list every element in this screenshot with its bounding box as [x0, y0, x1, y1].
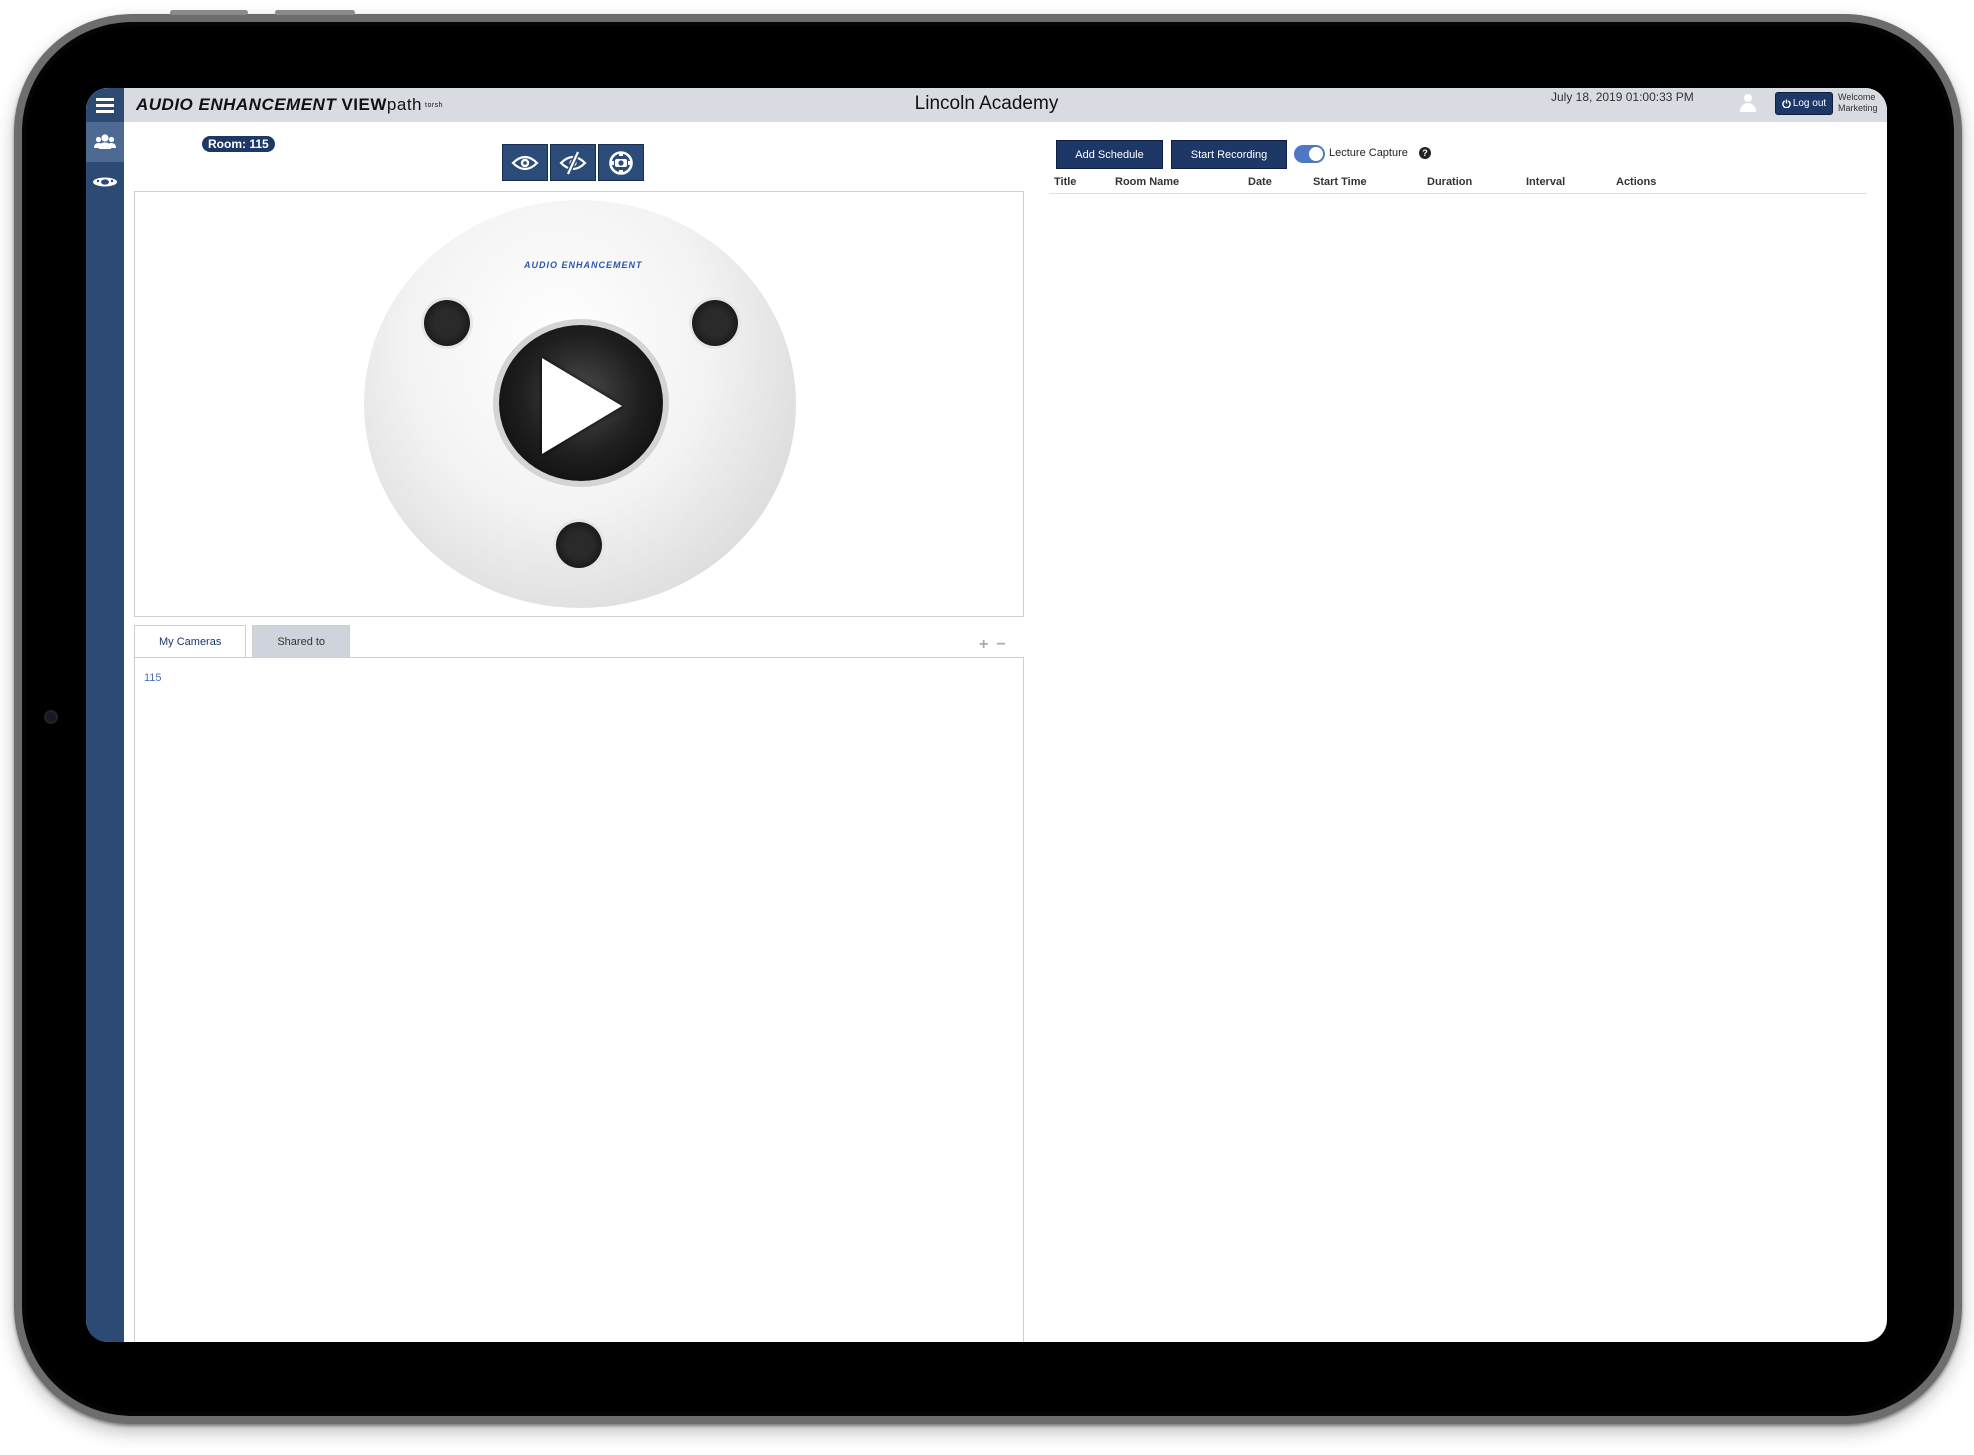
camera-tabs: My Cameras Shared to — [134, 625, 351, 657]
eye-icon — [511, 155, 539, 170]
volume-button — [170, 10, 248, 15]
column-header[interactable]: Actions — [1616, 176, 1656, 188]
camera-sensor — [692, 300, 738, 346]
tab-shared-to[interactable]: Shared to — [252, 625, 351, 657]
zoom-controls: + − — [979, 636, 1006, 654]
play-icon[interactable] — [542, 358, 622, 454]
room-badge: Room: 115 — [202, 136, 275, 152]
ptz-control-icon — [609, 150, 633, 175]
column-header[interactable]: Date — [1248, 176, 1272, 188]
power-button — [275, 10, 355, 15]
lecture-capture-toggle[interactable] — [1294, 145, 1325, 163]
column-header[interactable]: Start Time — [1313, 176, 1367, 188]
column-header[interactable]: Room Name — [1115, 176, 1179, 188]
camera-controls — [502, 144, 644, 181]
app-screen: AUDIO ENHANCEMENT VIEWpath torsh Lincoln … — [86, 88, 1887, 1342]
camera-list: 115 — [134, 657, 1024, 1342]
sidebar-item-cameras[interactable] — [86, 162, 124, 202]
sidebar — [86, 122, 124, 1342]
add-schedule-button[interactable]: Add Schedule — [1056, 140, 1163, 169]
users-icon — [94, 134, 116, 149]
power-icon — [1782, 99, 1791, 108]
hide-view-button[interactable] — [550, 144, 596, 181]
welcome-text: Welcome Marketing — [1838, 92, 1878, 113]
top-bar: AUDIO ENHANCEMENT VIEWpath torsh Lincoln … — [86, 88, 1887, 122]
camera-brand-logo: AUDIO ENHANCEMENT — [524, 260, 643, 270]
camera-sensor — [424, 300, 470, 346]
current-datetime: July 18, 2019 01:00:33 PM — [1551, 90, 1694, 104]
front-camera — [44, 710, 58, 724]
column-header[interactable]: Title — [1054, 176, 1076, 188]
camera-icon — [93, 177, 117, 187]
camera-sensor — [556, 522, 602, 568]
view-button[interactable] — [502, 144, 548, 181]
ptz-button[interactable] — [598, 144, 644, 181]
zoom-out-icon[interactable]: − — [996, 636, 1005, 654]
logout-button[interactable]: Log out — [1775, 92, 1833, 115]
camera-thumbnail: AUDIO ENHANCEMENT — [364, 200, 796, 608]
video-preview[interactable]: AUDIO ENHANCEMENT — [134, 191, 1024, 617]
sidebar-item-users[interactable] — [86, 122, 124, 162]
lecture-capture-label: Lecture Capture — [1329, 147, 1408, 159]
column-header[interactable]: Duration — [1427, 176, 1472, 188]
zoom-in-icon[interactable]: + — [979, 636, 988, 654]
list-item[interactable]: 115 — [144, 672, 162, 684]
user-icon[interactable] — [1740, 94, 1756, 112]
tab-my-cameras[interactable]: My Cameras — [134, 625, 247, 657]
start-recording-button[interactable]: Start Recording — [1171, 140, 1287, 169]
help-icon[interactable]: ? — [1419, 147, 1431, 159]
eye-slash-icon — [559, 150, 587, 175]
column-header[interactable]: Interval — [1526, 176, 1565, 188]
schedule-table-header: Title Room Name Date Start Time Duration… — [1049, 172, 1867, 194]
